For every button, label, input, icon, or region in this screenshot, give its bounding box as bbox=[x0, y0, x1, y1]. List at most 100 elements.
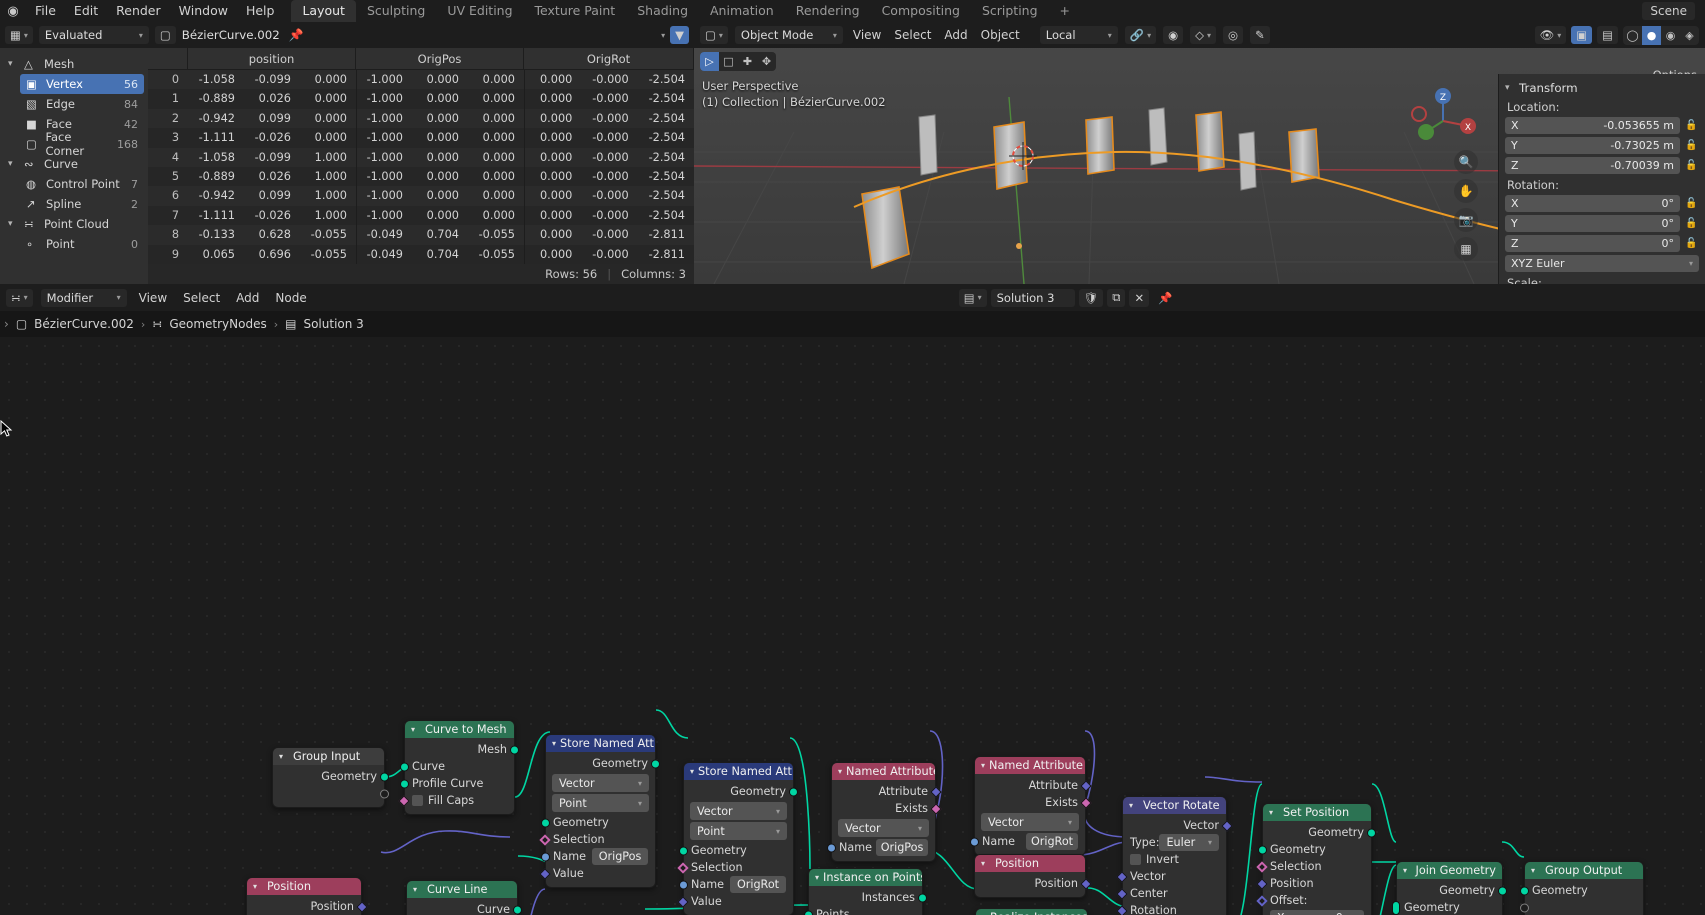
viewport-menu-object[interactable]: Object bbox=[978, 28, 1023, 42]
output-socket-vector[interactable] bbox=[1221, 819, 1233, 832]
nodetree-name-field[interactable]: Solution 3 bbox=[990, 288, 1075, 307]
unlink-close-icon[interactable]: ✕ bbox=[1129, 288, 1150, 307]
pin-icon[interactable]: 📌 bbox=[289, 28, 304, 42]
location-y-field[interactable]: Y -0.73025 m bbox=[1505, 137, 1680, 154]
menu-file[interactable]: File bbox=[26, 0, 65, 22]
node-context-dropdown[interactable]: Modifier ▾ bbox=[40, 288, 127, 307]
table-row[interactable]: 3 -1.111 -0.026 0.000 -1.000 0.000 0.000 0.000-… bbox=[148, 128, 694, 148]
node-menu-view[interactable]: View bbox=[135, 291, 171, 305]
material-shading-icon[interactable]: ◉ bbox=[1661, 26, 1680, 45]
output-socket-mesh[interactable] bbox=[510, 745, 519, 754]
fake-user-shield-icon[interactable]: 🛡 bbox=[1078, 288, 1104, 307]
xray-icon[interactable]: ▤ bbox=[1597, 26, 1618, 44]
node-set-position[interactable]: ▾ Set Position Geometry Geometry Selectio… bbox=[1256, 803, 1376, 915]
proportional-edit-icon[interactable]: ◉ bbox=[1163, 26, 1184, 44]
output-socket-position[interactable] bbox=[1080, 877, 1092, 890]
node-header[interactable]: ▾Store Named Attrib... bbox=[684, 763, 793, 780]
tweak-tool-icon[interactable]: ▷ bbox=[700, 51, 719, 71]
lock-icon[interactable]: 🔓 bbox=[1684, 158, 1699, 173]
invert-checkbox[interactable] bbox=[1130, 854, 1141, 865]
lock-icon[interactable]: 🔓 bbox=[1684, 118, 1699, 133]
node-menu-add[interactable]: Add bbox=[232, 291, 263, 305]
menu-window[interactable]: Window bbox=[170, 0, 237, 22]
proportional-falloff-icon[interactable]: ◇ ▾ bbox=[1190, 26, 1216, 44]
node-join-geometry[interactable]: ▾ Join Geometry Geometry Geometry bbox=[1392, 861, 1507, 915]
lock-icon[interactable]: 🔓 bbox=[1684, 196, 1699, 211]
node-header[interactable]: ▾ Position bbox=[247, 878, 361, 895]
filter-icon[interactable]: ▼ bbox=[670, 26, 689, 44]
solid-shading-icon[interactable]: ● bbox=[1642, 25, 1661, 45]
move-tool-icon[interactable]: ✥ bbox=[757, 52, 776, 71]
new-copy-icon[interactable]: ⧉ bbox=[1107, 288, 1126, 307]
viewport-menu-select[interactable]: Select bbox=[891, 28, 934, 42]
output-socket-attribute[interactable] bbox=[930, 785, 942, 798]
node-header[interactable]: ▾ Vector Rotate bbox=[1123, 797, 1226, 814]
table-row[interactable]: 4 -1.058 -0.099 1.000 -1.000 0.000 0.000 0.000-… bbox=[148, 147, 694, 167]
box-select-tool-icon[interactable]: □ bbox=[719, 52, 738, 71]
datasource-vertex[interactable]: ▣ Vertex 56 bbox=[20, 74, 144, 94]
node-realize-instances[interactable]: ▾Realize Instances Geometry Geometry Sel… bbox=[975, 908, 1088, 915]
input-socket-value[interactable] bbox=[539, 867, 551, 880]
name-field[interactable]: OrigRot bbox=[1026, 833, 1078, 850]
tab-texture-paint[interactable]: Texture Paint bbox=[524, 0, 627, 22]
domain-dropdown[interactable]: Point ▾ bbox=[690, 822, 787, 840]
node-header[interactable]: ▾ Named Attribute bbox=[832, 763, 935, 780]
wireframe-shading-icon[interactable]: ◯ bbox=[1623, 26, 1642, 45]
type-dropdown[interactable]: Euler ▾ bbox=[1159, 834, 1219, 851]
hand-icon[interactable]: ✋ bbox=[1454, 179, 1478, 203]
input-socket-name[interactable] bbox=[827, 843, 836, 852]
table-row[interactable]: 8 -0.133 0.628 -0.055 -0.049 0.704 -0.055 0.000… bbox=[148, 225, 694, 245]
input-socket-position[interactable] bbox=[1256, 877, 1268, 890]
lock-icon[interactable]: 🔓 bbox=[1684, 216, 1699, 231]
input-socket-name[interactable] bbox=[970, 837, 979, 846]
node-header[interactable]: ▾Realize Instances bbox=[976, 909, 1087, 915]
overlays-icon[interactable]: ▣ bbox=[1571, 26, 1593, 44]
tab-compositing[interactable]: Compositing bbox=[871, 0, 971, 22]
lock-icon[interactable]: 🔓 bbox=[1684, 236, 1699, 251]
node-curve-line[interactable]: ▾Curve Line Curve Points Direction bbox=[406, 880, 522, 915]
breadcrumb-modifier[interactable]: GeometryNodes bbox=[169, 317, 266, 331]
input-socket-name[interactable] bbox=[541, 852, 550, 861]
node-menu-select[interactable]: Select bbox=[179, 291, 224, 305]
snap-magnet-icon[interactable]: 🔗 ▾ bbox=[1124, 26, 1157, 44]
nodetree-browse-icon[interactable]: ▤ ▾ bbox=[958, 288, 987, 307]
visibility-eye-icon[interactable]: 👁 ▾ bbox=[1534, 26, 1567, 44]
datasource-mesh[interactable]: ▾ △ Mesh bbox=[6, 54, 144, 74]
node-store-named-attribute-1[interactable]: ▾Store Named Attrib... Geometry Vector▾ … bbox=[539, 734, 660, 888]
datasource-point[interactable]: ∘ Point 0 bbox=[20, 234, 144, 254]
node-group-input-1[interactable]: ▾ Group Input Geometry bbox=[272, 747, 389, 808]
output-socket-attribute[interactable] bbox=[1080, 779, 1092, 792]
output-socket-geometry[interactable] bbox=[789, 787, 798, 796]
input-socket-points[interactable] bbox=[804, 910, 813, 915]
input-socket-offset[interactable] bbox=[1256, 894, 1268, 907]
blender-logo-icon[interactable]: ◉ bbox=[0, 4, 26, 19]
input-socket-rotation[interactable] bbox=[1116, 904, 1128, 915]
node-header[interactable]: ▾ Curve to Mesh bbox=[405, 721, 514, 738]
transform-panel-header[interactable]: ▾ Transform bbox=[1505, 81, 1699, 95]
node-instance-on-points[interactable]: ▾Instance on Points Instances Points Sel… bbox=[804, 868, 927, 915]
tab-rendering[interactable]: Rendering bbox=[785, 0, 871, 22]
input-socket-geometry[interactable] bbox=[679, 846, 688, 855]
cursor-tool-icon[interactable]: ✚ bbox=[738, 52, 757, 71]
node-header[interactable]: ▾Store Named Attrib... bbox=[546, 735, 655, 752]
column-header-position[interactable]: position bbox=[188, 48, 356, 69]
output-socket-geometry[interactable] bbox=[1498, 886, 1507, 895]
geometry-nodes-editor-type-icon[interactable]: ∺ ▾ bbox=[6, 288, 33, 307]
datasource-spline[interactable]: ↗ Spline 2 bbox=[20, 194, 144, 214]
add-workspace-button[interactable]: + bbox=[1049, 0, 1081, 22]
node-header[interactable]: ▾ Join Geometry bbox=[1397, 862, 1502, 879]
datasource-control-point[interactable]: ◍ Control Point 7 bbox=[20, 174, 144, 194]
data-type-dropdown[interactable]: Vector ▾ bbox=[838, 819, 929, 837]
output-socket-geometry[interactable] bbox=[1367, 828, 1376, 837]
datasource-face-corner[interactable]: ▢ Face Corner 168 bbox=[20, 130, 144, 158]
tab-layout[interactable]: Layout bbox=[291, 0, 356, 22]
node-named-attribute-origpos[interactable]: ▾ Named Attribute Attribute Exists Vector… bbox=[827, 762, 942, 862]
domain-dropdown[interactable]: Point ▾ bbox=[552, 794, 649, 812]
output-socket-curve[interactable] bbox=[513, 905, 522, 914]
node-header[interactable]: ▾ Group Output bbox=[1525, 862, 1643, 879]
column-header-origrot[interactable]: OrigRot bbox=[524, 48, 694, 69]
input-socket-geometry-multi[interactable] bbox=[1392, 900, 1400, 915]
viewport-menu-view[interactable]: View bbox=[850, 28, 884, 42]
name-field[interactable]: OrigPos bbox=[592, 848, 648, 865]
interaction-mode-dropdown[interactable]: Object Mode ▾ bbox=[734, 26, 843, 44]
